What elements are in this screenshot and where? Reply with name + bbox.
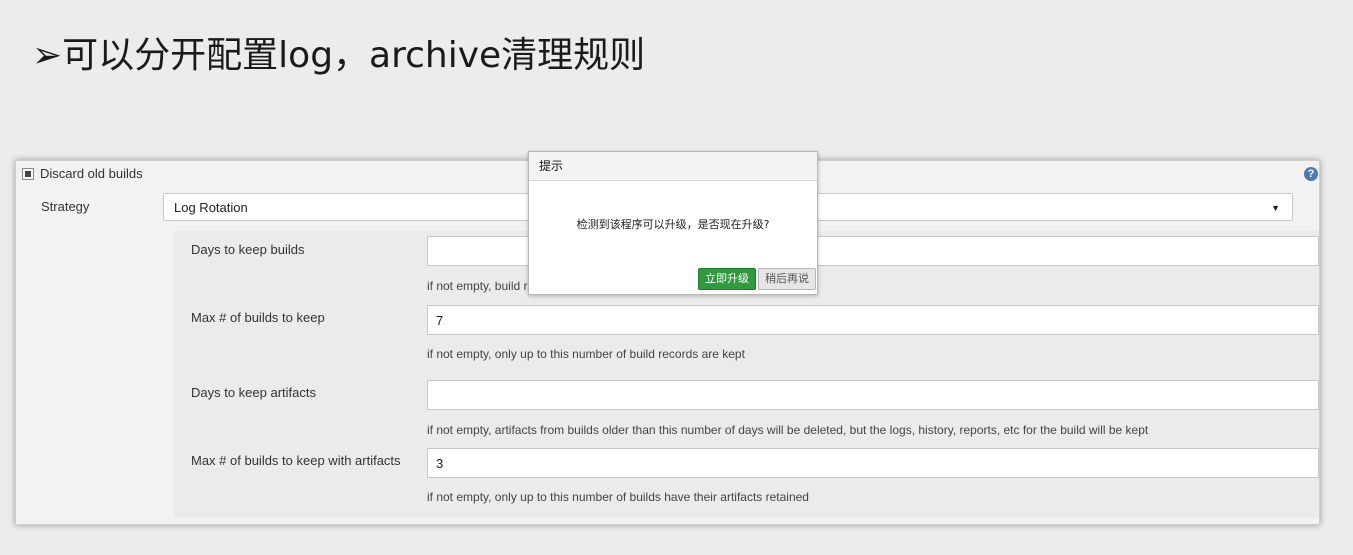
- discard-old-builds-row[interactable]: Discard old builds: [22, 166, 143, 181]
- upgrade-dialog: 提示 检测到该程序可以升级，是否现在升级? 立即升级 稍后再说: [528, 151, 818, 295]
- max-builds-with-artifacts-label: Max # of builds to keep with artifacts: [191, 453, 401, 468]
- strategy-label: Strategy: [41, 199, 90, 214]
- dialog-message: 检测到该程序可以升级，是否现在升级?: [576, 218, 770, 231]
- slide-title: ➢可以分开配置log，archive清理规则: [32, 35, 646, 76]
- question-icon[interactable]: ?: [1304, 167, 1318, 181]
- days-to-keep-builds-label: Days to keep builds: [191, 242, 305, 257]
- max-builds-to-keep-label: Max # of builds to keep: [191, 310, 325, 325]
- strategy-value: Log Rotation: [174, 200, 248, 215]
- caret-down-icon: ▼: [1271, 203, 1280, 213]
- remind-later-button[interactable]: 稍后再说: [758, 268, 816, 290]
- max-builds-with-artifacts-input[interactable]: 3: [427, 448, 1319, 478]
- max-builds-to-keep-input[interactable]: 7: [427, 305, 1319, 335]
- discard-old-builds-checkbox[interactable]: [22, 167, 34, 180]
- max-builds-to-keep-help: if not empty, only up to this number of …: [427, 347, 745, 361]
- max-builds-with-artifacts-help: if not empty, only up to this number of …: [427, 490, 809, 504]
- discard-old-builds-label: Discard old builds: [40, 166, 143, 181]
- days-to-keep-artifacts-help: if not empty, artifacts from builds olde…: [427, 423, 1149, 437]
- dialog-title: 提示: [529, 152, 817, 181]
- upgrade-now-button[interactable]: 立即升级: [698, 268, 756, 290]
- days-to-keep-artifacts-input[interactable]: [427, 380, 1319, 410]
- days-to-keep-artifacts-label: Days to keep artifacts: [191, 385, 316, 400]
